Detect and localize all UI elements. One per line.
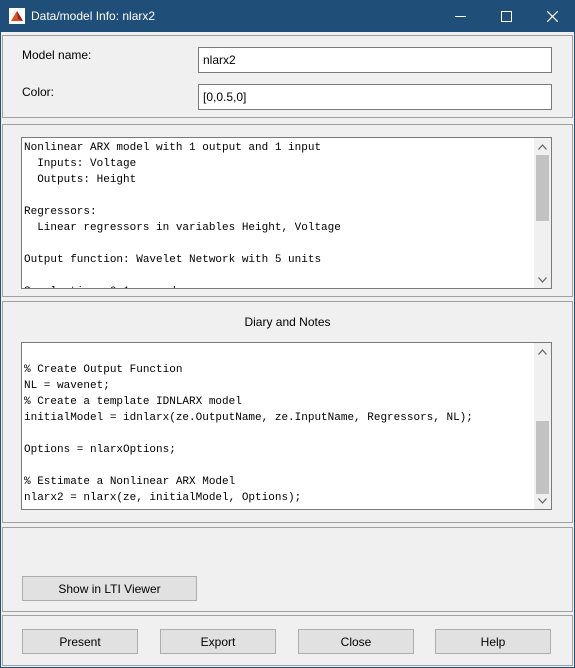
lti-viewer-panel: Show in LTI Viewer (2, 527, 573, 612)
chevron-up-icon (538, 348, 547, 355)
model-info-textbox[interactable]: Nonlinear ARX model with 1 output and 1 … (21, 137, 552, 289)
diary-text: Regressors = linearRegressor(Vars, Lags)… (24, 343, 473, 504)
show-in-lti-viewer-button[interactable]: Show in LTI Viewer (22, 576, 197, 601)
chevron-down-icon (538, 276, 547, 283)
export-button[interactable]: Export (160, 629, 276, 654)
color-field[interactable] (198, 84, 552, 110)
model-info-text: Nonlinear ARX model with 1 output and 1 … (24, 142, 341, 288)
diary-panel: Diary and Notes Regressors = linearRegre… (2, 301, 573, 523)
model-properties-panel: Model name: Color: (2, 35, 573, 118)
scroll-down-arrow[interactable] (534, 492, 551, 509)
model-name-label: Model name: (22, 48, 92, 62)
scroll-up-arrow[interactable] (534, 138, 551, 155)
data-model-info-window: Data/model Info: nlarx2 Model name: Colo… (0, 0, 575, 668)
present-button[interactable]: Present (22, 629, 138, 654)
help-button[interactable]: Help (435, 629, 551, 654)
maximize-button[interactable] (483, 1, 529, 32)
chevron-down-icon (538, 497, 547, 504)
model-info-scrollbar[interactable] (534, 138, 551, 288)
model-name-field[interactable] (198, 47, 552, 73)
diary-textbox[interactable]: Regressors = linearRegressor(Vars, Lags)… (21, 342, 552, 510)
diary-scrollbar[interactable] (534, 343, 551, 509)
close-button[interactable]: Close (298, 629, 414, 654)
scroll-thumb[interactable] (536, 155, 549, 221)
title-bar[interactable]: Data/model Info: nlarx2 (1, 1, 574, 32)
chevron-up-icon (538, 143, 547, 150)
model-info-panel: Nonlinear ARX model with 1 output and 1 … (2, 124, 573, 297)
close-icon (546, 11, 558, 22)
minimize-button[interactable] (437, 1, 483, 32)
close-window-button[interactable] (529, 1, 575, 32)
diary-title: Diary and Notes (244, 315, 331, 329)
matlab-icon (9, 8, 25, 24)
maximize-icon (500, 11, 512, 22)
scroll-thumb[interactable] (536, 421, 549, 494)
scroll-down-arrow[interactable] (534, 271, 551, 288)
action-buttons-panel: Present Export Close Help (2, 615, 573, 666)
color-label: Color: (22, 85, 55, 99)
minimize-icon (454, 16, 466, 17)
scroll-up-arrow[interactable] (534, 343, 551, 360)
window-title: Data/model Info: nlarx2 (31, 9, 156, 23)
